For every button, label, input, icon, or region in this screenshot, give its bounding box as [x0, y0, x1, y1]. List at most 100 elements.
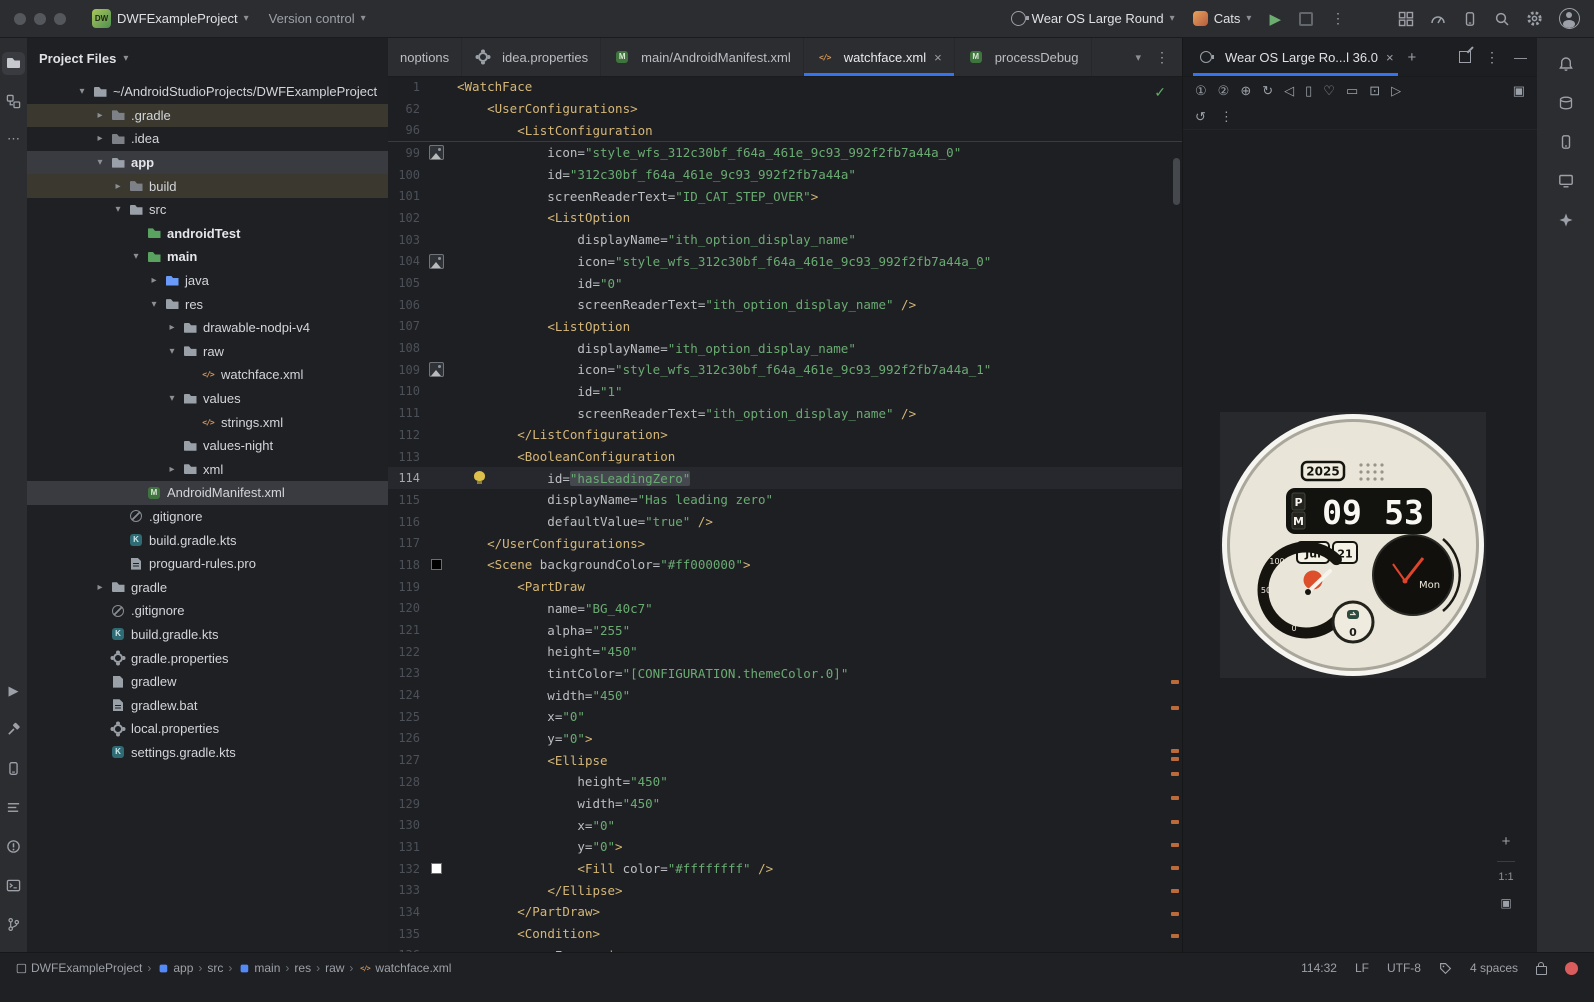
tree-item-gradle-properties[interactable]: gradle.properties [27, 646, 388, 670]
code-line-115[interactable]: 115 displayName="Has leading zero" [388, 489, 1182, 511]
device-tab[interactable]: Wear OS Large Ro...l 36.0 × [1193, 38, 1398, 76]
code-line-113[interactable]: 113 <BooleanConfiguration [388, 446, 1182, 468]
code-line-127[interactable]: 127 <Ellipse [388, 749, 1182, 771]
logcat-tool-button[interactable] [0, 788, 27, 827]
run-tool-button[interactable]: ▶ [0, 671, 27, 710]
structure-tool-button[interactable] [0, 82, 27, 120]
warning-stripe-mark[interactable] [1171, 820, 1179, 824]
chevron-right-icon[interactable]: ▸ [163, 464, 181, 475]
code-line-124[interactable]: 124 width="450" [388, 684, 1182, 706]
tree-item-gradle[interactable]: ▸.gradle [27, 104, 388, 128]
code-line-131[interactable]: 131 y="0"> [388, 836, 1182, 858]
tree-item-gitignore[interactable]: .gitignore [27, 599, 388, 623]
code-line-112[interactable]: 112 </ListConfiguration> [388, 424, 1182, 446]
editor-scrollbar-thumb[interactable] [1173, 158, 1180, 205]
tag-icon[interactable] [1439, 962, 1452, 975]
code-line-133[interactable]: 133 </Ellipse> [388, 879, 1182, 901]
error-badge[interactable] [1565, 962, 1578, 975]
tab-options-button[interactable]: ⋮ [1155, 49, 1170, 66]
lock-icon[interactable] [1536, 966, 1547, 975]
build-tool-button[interactable] [0, 710, 27, 749]
tree-item-local-properties[interactable]: local.properties [27, 717, 388, 741]
tree-item-build[interactable]: ▸build [27, 174, 388, 198]
chevron-right-icon[interactable]: ▸ [163, 322, 181, 333]
tree-item-java[interactable]: ▸java [27, 269, 388, 293]
warning-stripe-mark[interactable] [1171, 912, 1179, 916]
breadcrumb-item-src[interactable]: src [207, 961, 223, 975]
chevron-right-icon[interactable]: ▸ [91, 133, 109, 144]
tree-item-raw[interactable]: ▾raw [27, 340, 388, 364]
heart-icon[interactable]: ♡ [1323, 83, 1335, 99]
code-line-107[interactable]: 107 <ListOption [388, 316, 1182, 338]
tree-item-gradlew-bat[interactable]: gradlew.bat [27, 693, 388, 717]
stop-button[interactable] [1299, 12, 1313, 26]
zoom-in-button[interactable]: + [1495, 830, 1517, 852]
close-icon[interactable]: × [1386, 50, 1394, 65]
zoom-fit-button[interactable]: ▣ [1495, 892, 1517, 914]
warning-stripe-mark[interactable] [1171, 680, 1179, 684]
tree-item-main[interactable]: ▾main [27, 245, 388, 269]
chevron-right-icon[interactable]: ▸ [91, 110, 109, 121]
tree-item-idea[interactable]: ▸.idea [27, 127, 388, 151]
maximize-window-button[interactable] [54, 13, 66, 25]
camera-icon[interactable]: ⊡ [1369, 83, 1380, 99]
gemini-sparkle-button[interactable] [1537, 200, 1594, 239]
device-explorer-tool-button[interactable] [0, 749, 27, 788]
code-line-117[interactable]: 117 </UserConfigurations> [388, 532, 1182, 554]
tree-item-app[interactable]: ▾app [27, 151, 388, 175]
code-line-96[interactable]: 96 <ListConfiguration [388, 119, 1182, 141]
chevron-right-icon[interactable]: ▸ [109, 181, 127, 192]
device-manager-button[interactable] [1537, 122, 1594, 161]
warning-stripe-mark[interactable] [1171, 706, 1179, 710]
search-icon[interactable] [1494, 11, 1510, 27]
code-line-99[interactable]: 99 icon="style_wfs_312c30bf_f64a_461e_9c… [388, 142, 1182, 164]
cursor-position[interactable]: 114:32 [1301, 961, 1337, 975]
zoom-level[interactable]: 1:1 [1498, 871, 1513, 883]
tree-item-settings-gradle-kts[interactable]: settings.gradle.kts [27, 741, 388, 765]
warning-stripe-mark[interactable] [1171, 934, 1179, 938]
run-button[interactable]: ▶ [1269, 10, 1281, 28]
code-line-135[interactable]: 135 <Condition> [388, 923, 1182, 945]
chevron-down-icon[interactable]: ▾ [91, 157, 109, 168]
breadcrumb-item-raw[interactable]: raw [325, 961, 344, 975]
open-in-window-icon[interactable] [1459, 51, 1471, 63]
chevron-right-icon[interactable]: ▸ [91, 582, 109, 593]
chevron-down-icon[interactable]: ▾ [163, 393, 181, 404]
tab-noptions[interactable]: noptions [388, 38, 462, 76]
code-line-120[interactable]: 120 name="BG_40c7" [388, 598, 1182, 620]
more-icon[interactable]: ⋮ [1220, 109, 1233, 125]
add-device-tab-button[interactable]: + [1408, 49, 1417, 66]
tree-item-res[interactable]: ▾res [27, 292, 388, 316]
warning-stripe-mark[interactable] [1171, 772, 1179, 776]
chevron-right-icon[interactable]: ▸ [145, 275, 163, 286]
code-line-121[interactable]: 121 alpha="255" [388, 619, 1182, 641]
notifications-bell-button[interactable] [1537, 44, 1594, 83]
screenshot-icon[interactable]: ▣ [1513, 83, 1525, 99]
tree-item-gitignore[interactable]: .gitignore [27, 505, 388, 529]
tree-item-watchface-xml[interactable]: watchface.xml [27, 363, 388, 387]
message-icon[interactable]: ▭ [1346, 83, 1358, 99]
layout-inspector-icon[interactable] [1398, 11, 1414, 27]
tree-item-proguard-rules-pro[interactable]: proguard-rules.pro [27, 552, 388, 576]
chevron-down-icon[interactable]: ▾ [145, 299, 163, 310]
line-separator[interactable]: LF [1355, 961, 1369, 975]
chevron-down-icon[interactable]: ▾ [109, 204, 127, 215]
vcs-menu[interactable]: Version control ▾ [269, 11, 366, 26]
warning-stripe-mark[interactable] [1171, 796, 1179, 800]
warning-stripe-mark[interactable] [1171, 866, 1179, 870]
code-line-132[interactable]: 132 <Fill color="#ffffffff" /> [388, 858, 1182, 880]
complication-1-icon[interactable]: ① [1195, 83, 1207, 99]
code-line-101[interactable]: 101 screenReaderText="ID_CAT_STEP_OVER"> [388, 185, 1182, 207]
tree-item-androidtest[interactable]: androidTest [27, 222, 388, 246]
tree-item-build-gradle-kts[interactable]: build.gradle.kts [27, 528, 388, 552]
tab-main-androidmanifest-xml[interactable]: main/AndroidManifest.xml [601, 38, 804, 76]
back-icon[interactable]: ◁ [1284, 83, 1294, 99]
project-selector[interactable]: DW DWFExampleProject ▾ [92, 9, 249, 28]
hide-panel-button[interactable]: — [1514, 50, 1527, 65]
tree-item-build-gradle-kts[interactable]: build.gradle.kts [27, 623, 388, 647]
tree-item-gradlew[interactable]: gradlew [27, 670, 388, 694]
code-line-122[interactable]: 122 height="450" [388, 641, 1182, 663]
indent-setting[interactable]: 4 spaces [1470, 961, 1518, 975]
tab-processdebug[interactable]: processDebug [955, 38, 1092, 76]
tree-item-values-night[interactable]: values-night [27, 434, 388, 458]
